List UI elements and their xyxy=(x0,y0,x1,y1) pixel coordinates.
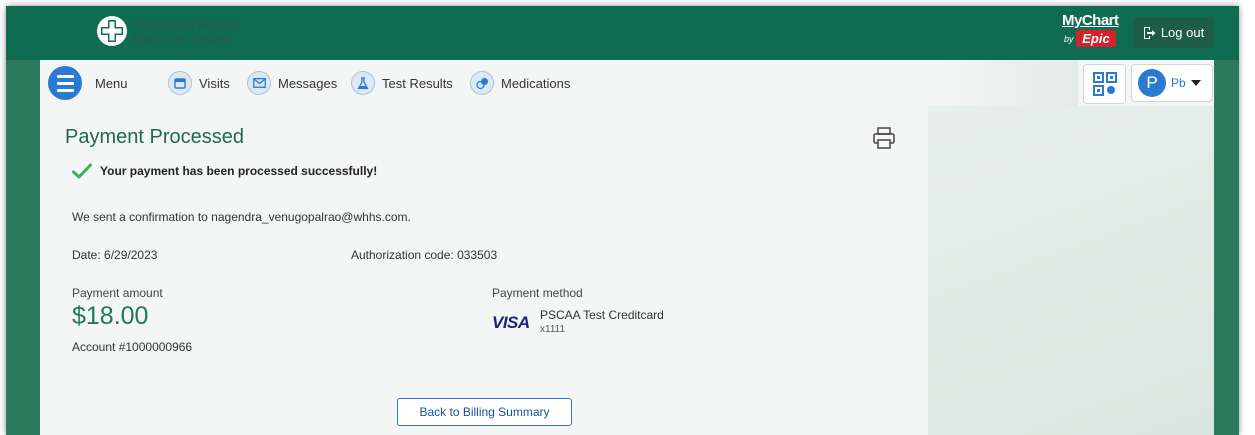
card-last-digits: x1111 xyxy=(540,324,566,335)
qr-code-icon xyxy=(1092,72,1117,96)
pill-icon xyxy=(470,71,494,95)
date-label: Date: xyxy=(72,248,101,262)
top-header: Washington Hospital Healthcare System My… xyxy=(6,6,1239,60)
hamburger-icon xyxy=(48,66,82,100)
mychart-label: MyChart xyxy=(1062,12,1119,29)
payment-confirmation-panel: Payment Processed Your payment has been … xyxy=(40,106,928,435)
auth-value: 033503 xyxy=(457,248,498,262)
envelope-icon xyxy=(247,71,271,95)
page-title: Payment Processed xyxy=(65,126,244,148)
success-text: Your payment has been processed successf… xyxy=(100,164,378,178)
chevron-down-icon xyxy=(1190,80,1201,86)
payment-amount-label: Payment amount xyxy=(72,286,163,300)
logout-label: Log out xyxy=(1160,25,1205,40)
back-to-billing-summary-button[interactable]: Back to Billing Summary xyxy=(397,398,572,426)
print-icon[interactable] xyxy=(872,126,896,150)
hospital-cross-logo-icon[interactable] xyxy=(96,15,128,47)
side-panel xyxy=(928,106,1214,435)
nav-item-medications[interactable]: Medications xyxy=(470,60,570,106)
mychart-by-label: by xyxy=(1064,34,1074,44)
nav-item-visits[interactable]: Visits xyxy=(168,60,230,106)
nav-item-label: Test Results xyxy=(382,75,453,91)
profile-initials: Pb xyxy=(1171,76,1186,90)
mychart-epic-logo: MyChart by Epic xyxy=(1062,12,1119,48)
authorization-code: Authorization code: 033503 xyxy=(351,248,497,262)
payment-amount-value: $18.00 xyxy=(72,302,149,330)
success-message: Your payment has been processed successf… xyxy=(72,163,377,179)
card-name: PSCAA Test Creditcard xyxy=(540,308,664,322)
logout-button[interactable]: Log out xyxy=(1133,17,1213,48)
date-value: 6/29/2023 xyxy=(104,248,158,262)
browser-window: Washington Hospital Healthcare System My… xyxy=(6,6,1239,435)
org-name[interactable]: Washington Hospital Healthcare System xyxy=(132,18,241,46)
menu-label: Menu xyxy=(95,75,128,91)
checkmark-icon xyxy=(72,163,92,179)
flask-icon xyxy=(351,71,375,95)
auth-label: Authorization code: xyxy=(351,248,454,262)
calendar-icon xyxy=(168,71,192,95)
main-navigation: Menu Visits Messages Test Results Medica xyxy=(40,60,1214,106)
nav-item-label: Medications xyxy=(501,75,571,91)
nav-item-label: Messages xyxy=(278,75,338,91)
avatar: P xyxy=(1138,69,1166,97)
org-name-line2: Healthcare System xyxy=(132,31,230,46)
logout-icon xyxy=(1143,26,1156,39)
confirmation-text: We sent a confirmation to nagendra_venug… xyxy=(72,210,411,224)
epic-label: Epic xyxy=(1076,30,1116,47)
nav-item-test-results[interactable]: Test Results xyxy=(351,60,453,106)
payment-method-label: Payment method xyxy=(492,286,583,300)
nav-item-messages[interactable]: Messages xyxy=(247,60,337,106)
profile-menu-button[interactable]: P Pb xyxy=(1131,64,1213,102)
nav-item-label: Visits xyxy=(199,75,230,91)
org-name-line1: Washington Hospital xyxy=(132,17,242,32)
account-number: Account #1000000966 xyxy=(72,340,193,354)
menu-button[interactable]: Menu xyxy=(48,60,128,106)
qr-code-button[interactable] xyxy=(1083,64,1126,104)
payment-date: Date: 6/29/2023 xyxy=(72,248,157,262)
visa-logo-icon: VISA xyxy=(492,313,530,332)
